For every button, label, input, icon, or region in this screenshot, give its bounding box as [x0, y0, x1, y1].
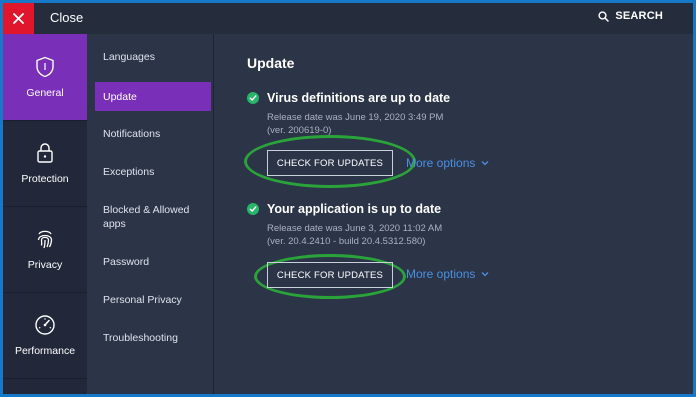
- nav-item-general[interactable]: General: [3, 34, 87, 121]
- subnav-item-personal-privacy[interactable]: Personal Privacy: [95, 293, 211, 307]
- app-release-date: Release date was June 3, 2020 11:02 AM: [267, 223, 443, 234]
- fingerprint-icon: [37, 230, 53, 248]
- check-virus-updates-button[interactable]: CHECK FOR UPDATES: [267, 150, 393, 176]
- app-version: (ver. 20.4.2410 - build 20.4.5312.580): [267, 236, 426, 247]
- settings-subnav: Languages Update Notifications Exception…: [87, 34, 214, 394]
- search-button[interactable]: SEARCH: [598, 10, 663, 22]
- speedometer-icon: [35, 314, 55, 335]
- close-icon: [13, 13, 24, 24]
- chevron-down-icon: [481, 161, 489, 166]
- virus-release-date: Release date was June 19, 2020 3:49 PM: [267, 112, 444, 123]
- app-window: Close SEARCH General Protection Privacy …: [3, 3, 693, 394]
- virus-definitions-status: Virus definitions are up to date: [247, 91, 450, 105]
- more-options-label: More options: [406, 156, 476, 170]
- subnav-item-troubleshooting[interactable]: Troubleshooting: [95, 331, 211, 345]
- more-options-label: More options: [406, 267, 476, 281]
- check-icon: [247, 203, 259, 215]
- nav-item-protection[interactable]: Protection: [3, 120, 87, 207]
- chevron-down-icon: [481, 272, 489, 277]
- shield-icon: [36, 56, 54, 77]
- subnav-item-blocked-allowed-apps[interactable]: Blocked & Allowed apps: [95, 203, 201, 231]
- page-title: Update: [247, 55, 295, 71]
- nav-label: General: [26, 86, 64, 99]
- update-panel: Update Virus definitions are up to date …: [214, 34, 693, 394]
- subnav-item-password[interactable]: Password: [95, 255, 211, 269]
- app-more-options-link[interactable]: More options: [406, 267, 489, 281]
- subnav-item-update[interactable]: Update: [95, 82, 211, 111]
- nav-label: Performance: [14, 344, 76, 357]
- check-icon: [247, 92, 259, 104]
- main-nav: General Protection Privacy Performance: [3, 34, 87, 394]
- search-icon: [598, 10, 610, 22]
- nav-label: Privacy: [27, 258, 63, 271]
- virus-definitions-title: Virus definitions are up to date: [267, 91, 451, 105]
- lock-icon: [37, 142, 53, 163]
- subnav-item-notifications[interactable]: Notifications: [95, 127, 211, 141]
- application-status: Your application is up to date: [247, 202, 441, 216]
- nav-label: Protection: [21, 172, 69, 185]
- close-button[interactable]: [3, 3, 34, 34]
- application-title: Your application is up to date: [267, 202, 442, 216]
- close-label[interactable]: Close: [50, 10, 83, 25]
- subnav-item-languages[interactable]: Languages: [95, 50, 211, 64]
- virus-more-options-link[interactable]: More options: [406, 156, 489, 170]
- title-bar: Close SEARCH: [3, 3, 693, 34]
- nav-item-performance[interactable]: Performance: [3, 292, 87, 379]
- search-label: SEARCH: [615, 10, 663, 22]
- nav-item-privacy[interactable]: Privacy: [3, 206, 87, 293]
- check-app-updates-button[interactable]: CHECK FOR UPDATES: [267, 262, 393, 288]
- subnav-item-exceptions[interactable]: Exceptions: [95, 165, 211, 179]
